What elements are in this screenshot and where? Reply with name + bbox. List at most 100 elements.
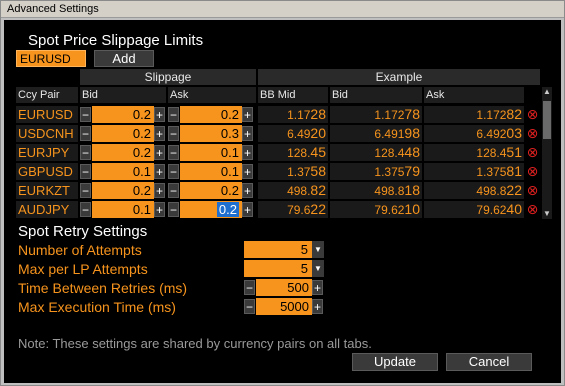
- chevron-down-icon[interactable]: ▼: [312, 260, 324, 277]
- settings-panel: Spot Price Slippage Limits EURUSD Add Sl…: [4, 20, 561, 383]
- price-main: 6.491: [374, 127, 405, 141]
- ask-slippage-value: 0.2: [220, 183, 239, 198]
- attempts-dropdown[interactable]: 5 ▼: [244, 241, 324, 258]
- bb-mid-cell: 498.82: [258, 182, 328, 199]
- price-pips: 78: [404, 106, 420, 122]
- cancel-button[interactable]: Cancel: [446, 353, 532, 371]
- delete-row-icon[interactable]: ⊗: [526, 202, 539, 216]
- price-main: 128.: [287, 146, 311, 160]
- price-main: 498.8: [374, 184, 405, 198]
- bid-slippage-input[interactable]: 0.2: [92, 125, 154, 142]
- col-header-ccy-pair: Ccy Pair: [16, 87, 78, 103]
- delete-row-icon[interactable]: ⊗: [526, 164, 539, 178]
- bb-mid-cell: 6.4920: [258, 125, 328, 142]
- bb-mid-cell: 128.45: [258, 144, 328, 161]
- bid-minus-button[interactable]: −: [80, 164, 91, 179]
- max-lp-dropdown[interactable]: 5 ▼: [244, 260, 324, 277]
- spot-retry-title: Spot Retry Settings: [18, 223, 148, 240]
- chevron-down-icon[interactable]: ▼: [312, 241, 324, 258]
- bid-slippage-input[interactable]: 0.2: [92, 182, 154, 199]
- ccy-pair-cell: USDCNH: [16, 125, 78, 142]
- grid-scrollbar[interactable]: ▲ ▼: [542, 87, 552, 219]
- ask-plus-button[interactable]: +: [242, 145, 253, 160]
- price-pips: 18: [404, 182, 420, 198]
- update-button[interactable]: Update: [352, 353, 438, 371]
- ask-plus-button[interactable]: +: [242, 202, 253, 217]
- bid-slippage-input[interactable]: 0.1: [92, 201, 154, 218]
- ask-slippage-input[interactable]: 0.2: [180, 201, 242, 218]
- delete-row-icon[interactable]: ⊗: [526, 145, 539, 159]
- scroll-thumb[interactable]: [543, 101, 551, 139]
- ask-minus-button[interactable]: −: [168, 183, 179, 198]
- example-bid-cell: 79.6210: [330, 201, 422, 218]
- example-group-header: Example: [258, 69, 540, 85]
- advanced-settings-window: Advanced Settings Spot Price Slippage Li…: [0, 0, 565, 386]
- ask-minus-button[interactable]: −: [168, 145, 179, 160]
- bid-plus-button[interactable]: +: [154, 145, 165, 160]
- bid-minus-button[interactable]: −: [80, 126, 91, 141]
- bid-plus-button[interactable]: +: [154, 164, 165, 179]
- max-exec-minus-button[interactable]: −: [244, 299, 255, 314]
- scroll-up-icon[interactable]: ▲: [542, 87, 552, 97]
- price-main: 1.37: [287, 165, 311, 179]
- max-lp-value: 5: [300, 261, 308, 276]
- table-row[interactable]: EURUSD −0.2 + −0.2 +1.1728 1.17278 1.17282 ⊗: [16, 105, 540, 123]
- currency-pair-input[interactable]: EURUSD: [16, 50, 86, 67]
- between-retries-minus-button[interactable]: −: [244, 280, 255, 295]
- ask-plus-button[interactable]: +: [242, 107, 253, 122]
- table-row[interactable]: GBPUSD −0.1 + −0.1 +1.3758 1.37579 1.37581 ⊗: [16, 162, 540, 180]
- ask-plus-button[interactable]: +: [242, 164, 253, 179]
- ask-slippage-input[interactable]: 0.2: [180, 106, 242, 123]
- bid-plus-button[interactable]: +: [154, 126, 165, 141]
- price-pips: 10: [404, 201, 420, 217]
- bid-minus-button[interactable]: −: [80, 183, 91, 198]
- delete-row-icon[interactable]: ⊗: [526, 126, 539, 140]
- price-pips: 79: [404, 163, 420, 179]
- price-pips: 45: [310, 144, 326, 160]
- between-retries-plus-button[interactable]: +: [312, 280, 323, 295]
- bid-slippage-input[interactable]: 0.1: [92, 163, 154, 180]
- max-exec-plus-button[interactable]: +: [312, 299, 323, 314]
- bid-slippage-input[interactable]: 0.2: [92, 106, 154, 123]
- bid-plus-button[interactable]: +: [154, 107, 165, 122]
- ask-minus-button[interactable]: −: [168, 164, 179, 179]
- ask-plus-button[interactable]: +: [242, 126, 253, 141]
- ask-slippage-input[interactable]: 0.1: [180, 163, 242, 180]
- price-main: 79.62: [476, 203, 507, 217]
- table-row[interactable]: AUDJPY −0.1 + −0.2 +79.622 79.6210 79.6240 ⊗: [16, 200, 540, 218]
- price-main: 1.375: [476, 165, 507, 179]
- ask-minus-button[interactable]: −: [168, 126, 179, 141]
- bid-plus-button[interactable]: +: [154, 183, 165, 198]
- bid-minus-button[interactable]: −: [80, 107, 91, 122]
- price-main: 1.17: [287, 108, 311, 122]
- add-button[interactable]: Add: [94, 50, 154, 67]
- table-row[interactable]: EURJPY −0.2 + −0.1 +128.45 128.448 128.451 ⊗: [16, 143, 540, 161]
- scroll-down-icon[interactable]: ▼: [542, 209, 552, 219]
- shared-settings-note: Note: These settings are shared by curre…: [18, 336, 372, 351]
- delete-row-icon[interactable]: ⊗: [526, 107, 539, 121]
- between-retries-input[interactable]: 500: [256, 279, 312, 296]
- delete-row-icon[interactable]: ⊗: [526, 183, 539, 197]
- max-exec-input[interactable]: 5000: [256, 298, 312, 315]
- ask-minus-button[interactable]: −: [168, 202, 179, 217]
- ask-slippage-value: 0.2: [216, 202, 239, 217]
- example-bid-cell: 6.49198: [330, 125, 422, 142]
- bid-plus-button[interactable]: +: [154, 202, 165, 217]
- ask-minus-button[interactable]: −: [168, 107, 179, 122]
- example-ask-cell: 128.451: [424, 144, 524, 161]
- ccy-pair-cell: EURUSD: [16, 106, 78, 123]
- table-row[interactable]: USDCNH −0.2 + −0.3 +6.4920 6.49198 6.49203 ⊗: [16, 124, 540, 142]
- price-pips: 82: [506, 106, 522, 122]
- table-row[interactable]: EURKZT −0.2 + −0.2 +498.82 498.818 498.822 ⊗: [16, 181, 540, 199]
- bid-slippage-input[interactable]: 0.2: [92, 144, 154, 161]
- between-retries-label: Time Between Retries (ms): [18, 280, 188, 296]
- price-pips: 03: [506, 125, 522, 141]
- bid-minus-button[interactable]: −: [80, 145, 91, 160]
- ask-slippage-value: 0.2: [220, 107, 239, 122]
- ask-plus-button[interactable]: +: [242, 183, 253, 198]
- ask-slippage-input[interactable]: 0.1: [180, 144, 242, 161]
- ask-slippage-input[interactable]: 0.2: [180, 182, 242, 199]
- ask-slippage-input[interactable]: 0.3: [180, 125, 242, 142]
- slippage-grid: Slippage Example Ccy Pair Bid Ask BB Mid…: [16, 69, 552, 219]
- bid-minus-button[interactable]: −: [80, 202, 91, 217]
